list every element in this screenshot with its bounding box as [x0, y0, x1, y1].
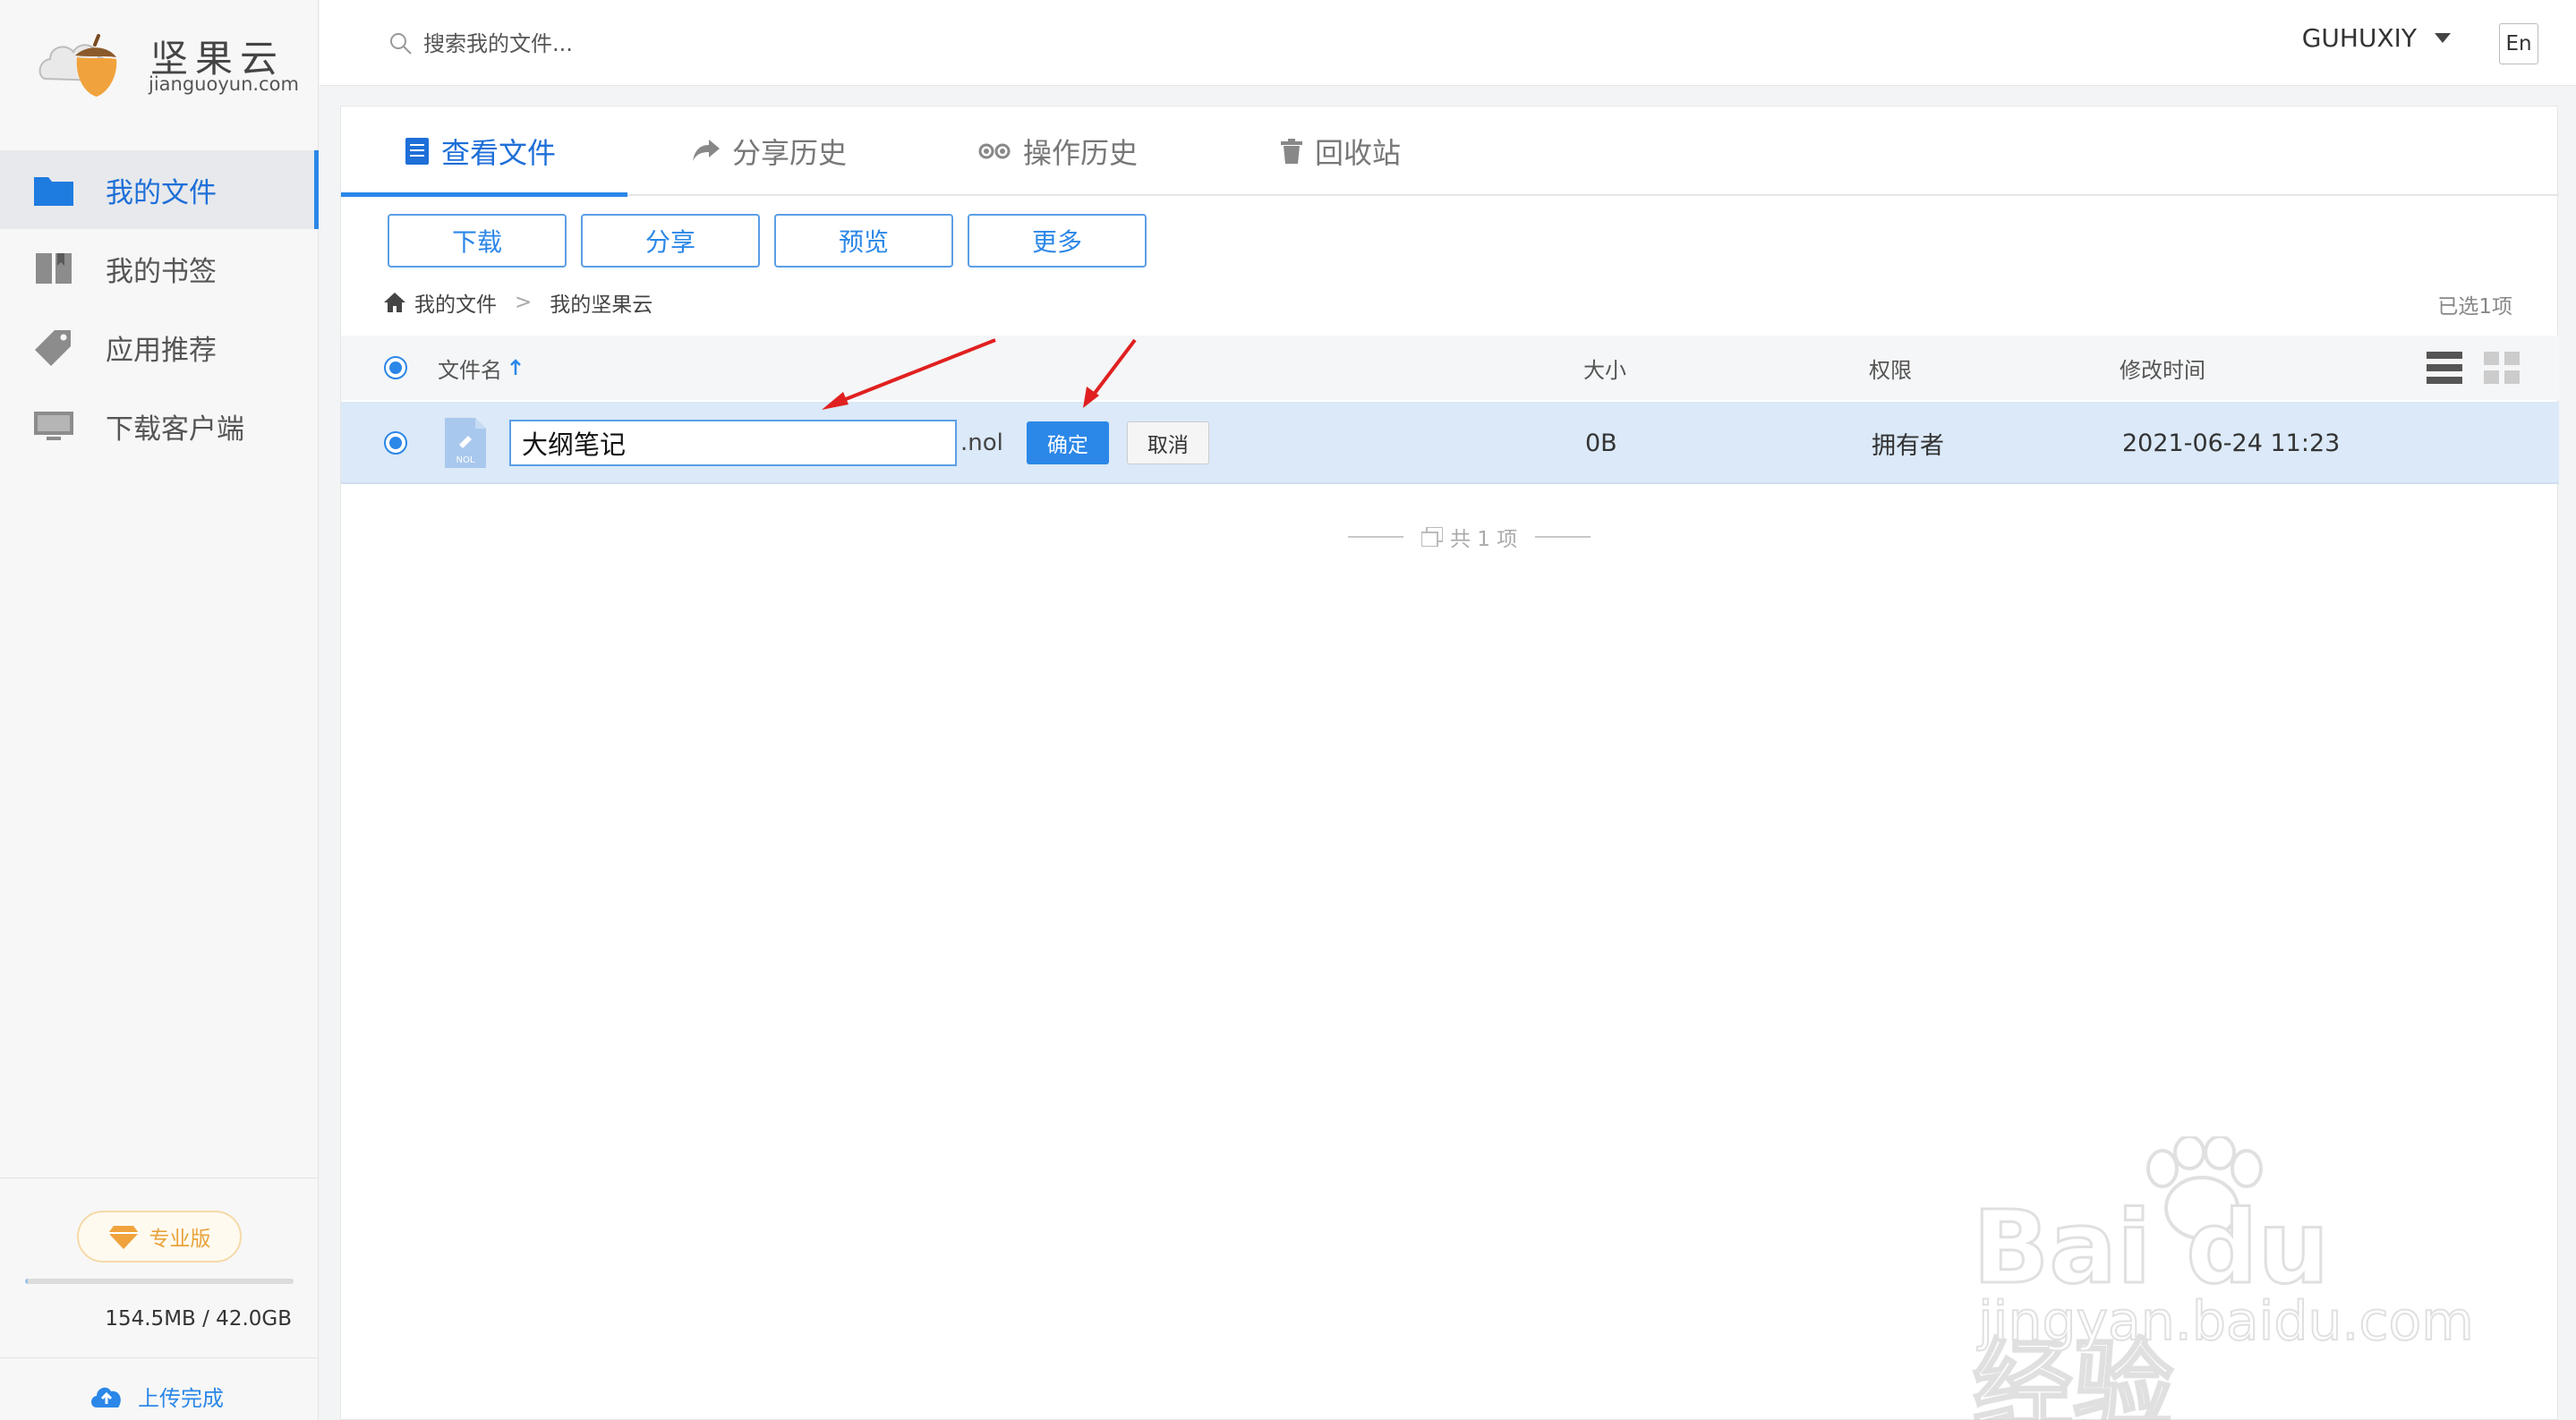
divider	[1535, 536, 1591, 538]
breadcrumb: 我的文件 > 我的坚果云	[384, 287, 653, 318]
tab-view-files[interactable]: 查看文件	[405, 106, 556, 196]
column-permission-header[interactable]: 权限	[1869, 336, 1912, 400]
sidebar-item-app-recommend[interactable]: 应用推荐	[0, 308, 319, 387]
monitor-icon	[34, 406, 73, 446]
divider	[1348, 536, 1403, 538]
sidebar-item-label: 我的文件	[106, 176, 217, 209]
share-icon	[693, 140, 720, 161]
top-bar: GUHUXIY En	[320, 0, 2576, 86]
home-icon	[384, 293, 405, 312]
breadcrumb-current[interactable]: 我的坚果云	[550, 287, 653, 318]
search-box	[389, 25, 1016, 63]
view-toggle	[2405, 352, 2520, 389]
table-row[interactable]: NOL .nol 确定 取消 0B 拥有者 2021-06-24 11:23	[341, 402, 2559, 484]
pro-edition-badge[interactable]: 专业版	[77, 1211, 242, 1263]
sidebar-item-download-client[interactable]: 下载客户端	[0, 387, 319, 465]
confirm-rename-button[interactable]: 确定	[1026, 421, 1109, 464]
acorn-logo-icon	[38, 34, 117, 97]
copy-icon	[1421, 527, 1443, 547]
upload-status[interactable]: 上传完成	[90, 1381, 224, 1412]
logo[interactable]: 坚果云 jianguoyun.com	[36, 25, 299, 100]
more-button[interactable]: 更多	[968, 214, 1147, 268]
storage-quota-bar	[25, 1279, 294, 1284]
sidebar-item-bookmarks[interactable]: 我的书签	[0, 229, 319, 308]
grid-view-icon[interactable]	[2484, 352, 2520, 389]
logo-subtitle: jianguoyun.com	[149, 73, 299, 95]
tab-bar: 查看文件 分享历史 操作历史 回收站	[341, 106, 2559, 197]
divider	[0, 1357, 319, 1358]
language-switch-button[interactable]: En	[2499, 23, 2538, 64]
active-tab-indicator	[341, 192, 627, 197]
file-extension: .nol	[960, 429, 1003, 456]
sidebar-item-label: 我的书签	[106, 255, 217, 288]
history-icon	[978, 143, 1011, 159]
storage-quota-fill	[25, 1279, 28, 1284]
tab-label: 查看文件	[441, 136, 557, 170]
download-button[interactable]: 下载	[388, 214, 567, 268]
sidebar-footer: 专业版 154.5MB / 42.0GB 上传完成	[0, 1178, 319, 1420]
select-all-checkbox[interactable]	[384, 336, 407, 400]
storage-quota-text: 154.5MB / 42.0GB	[105, 1307, 292, 1331]
column-label: 文件名	[438, 357, 502, 383]
file-icon	[405, 138, 429, 165]
watermark-url: jingyan.baidu.com	[1977, 1289, 2475, 1354]
cancel-rename-button[interactable]: 取消	[1126, 421, 1209, 464]
total-count-text: 共 1 项	[1450, 528, 1518, 551]
file-type-label: NOL	[456, 455, 475, 465]
search-input[interactable]	[423, 31, 960, 56]
breadcrumb-separator: >	[515, 291, 533, 314]
file-size: 0B	[1585, 429, 1617, 457]
search-icon	[390, 33, 412, 55]
user-menu[interactable]: GUHUXIY	[2302, 23, 2451, 53]
column-name-header[interactable]: 文件名	[438, 336, 522, 400]
breadcrumb-root[interactable]: 我的文件	[414, 287, 497, 318]
total-count: 共 1 项	[1330, 522, 1608, 552]
username: GUHUXIY	[2301, 23, 2417, 53]
diamond-icon	[107, 1226, 139, 1249]
selected-count: 已选1项	[2437, 295, 2512, 319]
sidebar-item-my-files[interactable]: 我的文件	[0, 150, 319, 229]
table-header: 文件名 大小 权限 修改时间	[341, 336, 2559, 400]
pro-badge-label: 专业版	[149, 1228, 211, 1251]
baidu-jingyan-watermark: Bai du 经验 jingyan.baidu.com	[1969, 1136, 2475, 1420]
trash-icon	[1281, 139, 1302, 164]
file-permission: 拥有者	[1872, 431, 1944, 460]
list-view-icon[interactable]	[2427, 352, 2462, 389]
tab-label: 操作历史	[1023, 136, 1139, 170]
column-size-header[interactable]: 大小	[1583, 336, 1626, 400]
tag-icon	[34, 327, 73, 367]
nol-file-icon: NOL	[445, 402, 486, 484]
sort-ascending-icon	[510, 359, 521, 375]
tab-label: 分享历史	[732, 136, 848, 170]
preview-button[interactable]: 预览	[774, 214, 953, 268]
cloud-upload-icon	[91, 1387, 121, 1407]
upload-status-label: 上传完成	[138, 1386, 224, 1411]
row-checkbox[interactable]	[384, 402, 407, 484]
caret-down-icon	[2435, 33, 2451, 43]
sidebar-item-label: 应用推荐	[106, 334, 217, 367]
tab-recycle-bin[interactable]: 回收站	[1281, 106, 1401, 196]
select-all-radio	[384, 356, 407, 379]
sidebar-nav: 我的文件 我的书签 应用推荐 下载客户端	[0, 150, 319, 465]
file-modified-time: 2021-06-24 11:23	[2122, 429, 2341, 457]
tab-share-history[interactable]: 分享历史	[693, 106, 847, 196]
folder-icon	[34, 170, 73, 209]
rename-input[interactable]	[509, 420, 957, 466]
bookmark-icon	[34, 249, 73, 288]
tab-operation-history[interactable]: 操作历史	[978, 106, 1138, 196]
share-button[interactable]: 分享	[581, 214, 760, 268]
tab-label: 回收站	[1315, 136, 1402, 170]
sidebar-item-label: 下载客户端	[106, 412, 244, 446]
row-radio	[384, 431, 407, 455]
file-toolbar: 下载 分享 预览 更多	[388, 214, 1161, 268]
column-modified-header[interactable]: 修改时间	[2120, 336, 2205, 400]
sidebar: 坚果云 jianguoyun.com 我的文件 我的书签 应用推荐 下载客户端 …	[0, 0, 319, 1420]
rename-editor: .nol 确定 取消	[509, 402, 1209, 484]
